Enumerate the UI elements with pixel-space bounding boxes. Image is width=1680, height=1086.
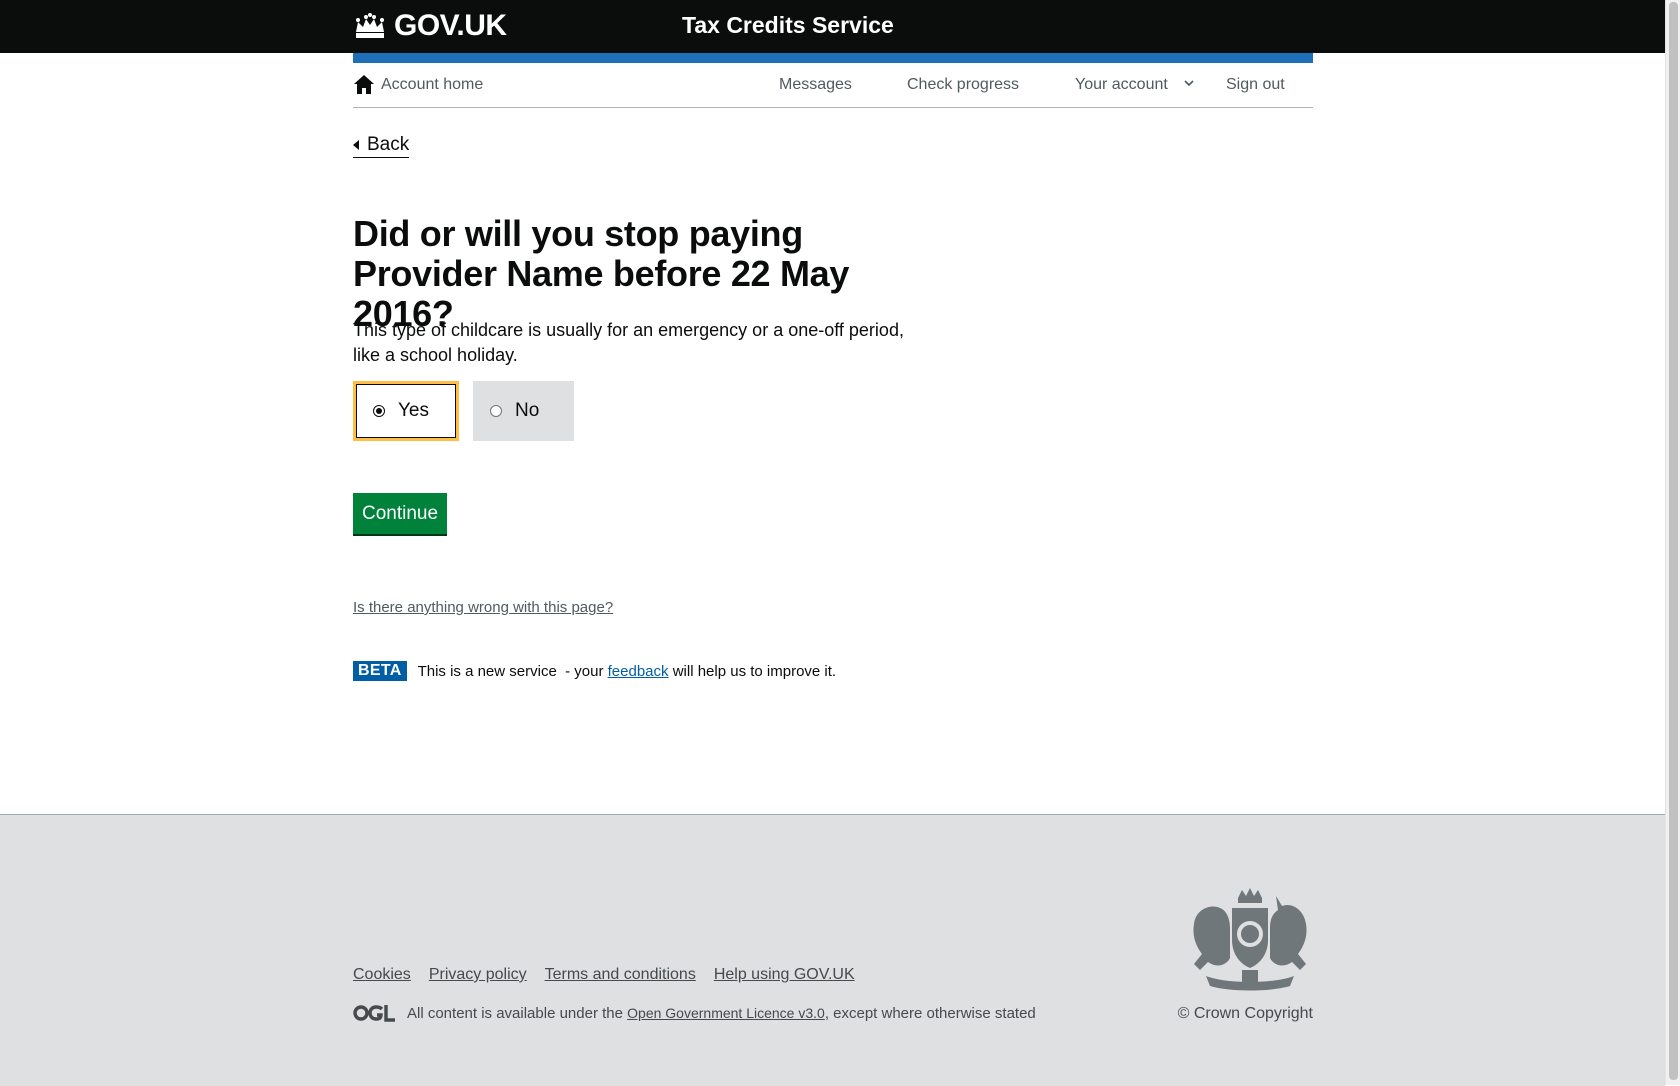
cookies-link[interactable]: Cookies (353, 966, 411, 984)
logo-text: GOV.UK (394, 9, 507, 42)
feedback-link[interactable]: feedback (608, 663, 669, 680)
help-link[interactable]: Help using GOV.UK (714, 966, 855, 984)
licence-row: All content is available under the Open … (353, 1004, 1036, 1022)
vertical-scrollbar[interactable] (1665, 0, 1680, 1085)
govuk-logo-link[interactable]: GOV.UK (353, 8, 507, 44)
service-name[interactable]: Tax Credits Service (682, 12, 894, 39)
your-account-link[interactable]: Your account (1075, 76, 1168, 94)
account-home-link[interactable]: Account home (381, 76, 483, 94)
crown-copyright: © Crown Copyright (1177, 1005, 1313, 1022)
beta-tag: BETA (353, 661, 407, 681)
radio-label-yes: Yes (398, 400, 429, 421)
check-progress-link[interactable]: Check progress (907, 76, 1019, 94)
page-title: Did or will you stop paying Provider Nam… (353, 213, 850, 334)
radio-input-yes[interactable] (373, 405, 385, 417)
terms-link[interactable]: Terms and conditions (545, 966, 696, 984)
page: GOV.UK Tax Credits Service Account home … (0, 0, 1665, 1086)
privacy-policy-link[interactable]: Privacy policy (429, 966, 527, 984)
chevron-down-icon[interactable] (1182, 76, 1196, 90)
back-link[interactable]: Back (353, 134, 410, 158)
ogl-logo-icon (353, 1005, 395, 1022)
sign-out-link[interactable]: Sign out (1226, 76, 1285, 94)
beta-text-after: will help us to improve it. (668, 662, 837, 680)
back-arrow-icon (353, 140, 359, 150)
radio-label-no: No (515, 400, 540, 421)
header-blue-bar (353, 53, 1313, 63)
govuk-header: GOV.UK Tax Credits Service (0, 0, 1665, 53)
licence-text-before: All content is available under the (407, 1004, 628, 1022)
scrollbar-thumb[interactable] (1669, 2, 1678, 1080)
radio-option-yes[interactable]: Yes (353, 381, 459, 441)
crown-icon (356, 13, 384, 38)
continue-button[interactable]: Continue (353, 493, 447, 534)
home-icon (354, 75, 374, 94)
account-nav: Account home Messages Check progress You… (353, 63, 1313, 108)
back-label: Back (367, 134, 410, 155)
licence-text-after: , except where otherwise stated (824, 1004, 1036, 1022)
royal-coat-of-arms-icon (1193, 888, 1307, 991)
radio-input-no[interactable] (490, 405, 502, 417)
open-government-licence-link[interactable]: Open Government Licence v3.0 (627, 1005, 825, 1021)
footer-links: Cookies Privacy policy Terms and conditi… (353, 966, 873, 984)
radio-option-no[interactable]: No (473, 381, 574, 441)
messages-link[interactable]: Messages (779, 76, 852, 94)
radio-selected-dot (376, 408, 382, 414)
report-problem-link[interactable]: Is there anything wrong with this page? (353, 599, 613, 616)
beta-text-before: This is a new service - your (417, 662, 608, 680)
question-hint: This type of childcare is usually for an… (353, 320, 904, 365)
footer: Cookies Privacy policy Terms and conditi… (0, 814, 1665, 1086)
beta-banner: BETA This is a new service - your feedba… (353, 660, 836, 682)
